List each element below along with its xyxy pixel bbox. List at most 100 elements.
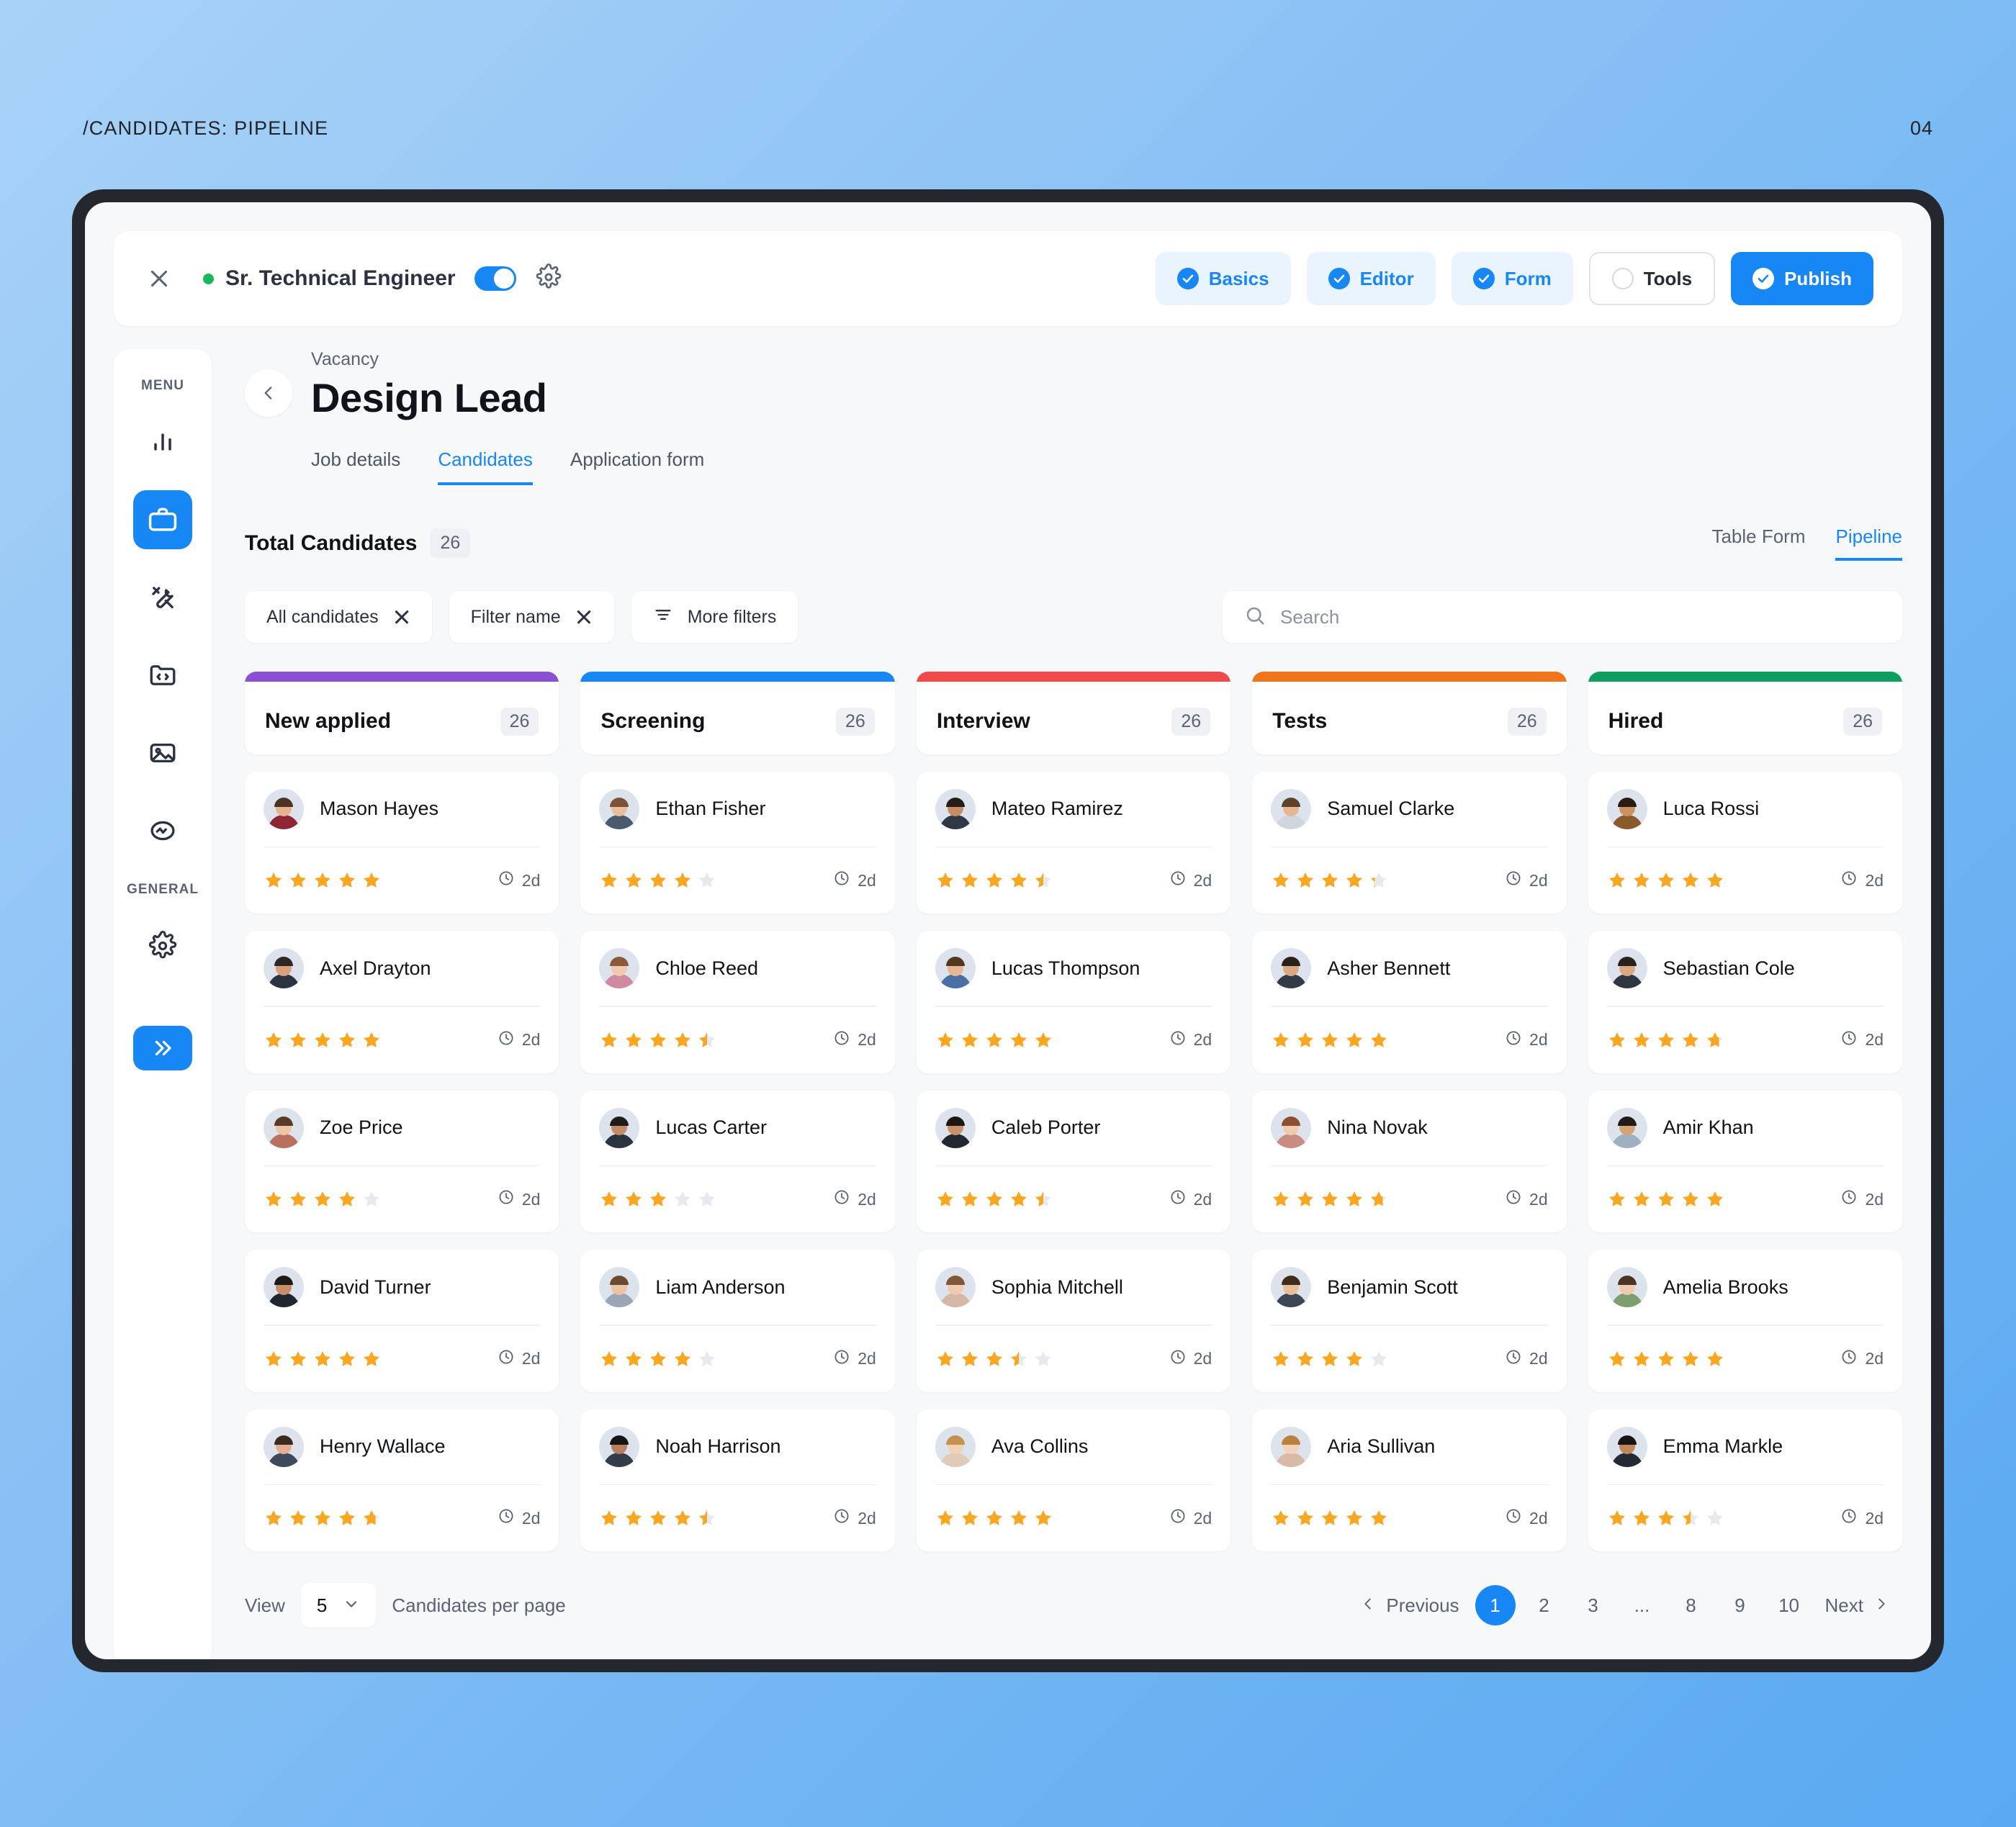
rating-stars[interactable]: [935, 1030, 1053, 1050]
step-basics-button[interactable]: Basics: [1155, 252, 1291, 305]
candidate-card[interactable]: Lucas Thompson 2d: [916, 931, 1231, 1073]
pagination-page-2[interactable]: 2: [1524, 1585, 1565, 1625]
candidate-card[interactable]: Asher Bennett 2d: [1252, 931, 1567, 1073]
pagination-page-10[interactable]: 10: [1769, 1585, 1809, 1625]
candidate-card[interactable]: Emma Markle 2d: [1588, 1409, 1903, 1551]
rating-stars[interactable]: [1607, 1189, 1725, 1209]
check-icon: [1328, 268, 1350, 289]
rating-stars[interactable]: [1271, 1508, 1389, 1528]
candidate-card[interactable]: Samuel Clarke 2d: [1252, 771, 1567, 914]
search-box[interactable]: [1223, 591, 1902, 643]
publish-toggle[interactable]: [474, 266, 516, 291]
rating-stars[interactable]: [264, 1508, 382, 1528]
pagination-page-9[interactable]: 9: [1720, 1585, 1760, 1625]
rating-stars[interactable]: [599, 1189, 717, 1209]
rating-stars[interactable]: [264, 1189, 382, 1209]
close-icon[interactable]: [393, 608, 410, 626]
more-filters-button[interactable]: More filters: [631, 591, 798, 643]
filter-chip-filter-name[interactable]: Filter name: [449, 591, 614, 643]
candidate-card[interactable]: Lucas Carter 2d: [580, 1090, 895, 1232]
candidate-card[interactable]: Zoe Price 2d: [245, 1090, 559, 1232]
rating-stars[interactable]: [935, 1189, 1053, 1209]
rating-stars[interactable]: [599, 1030, 717, 1050]
time-in-stage: 2d: [1840, 870, 1884, 891]
candidate-card[interactable]: David Turner 2d: [245, 1250, 559, 1392]
rating-stars[interactable]: [1271, 870, 1389, 890]
tab-application-form[interactable]: Application form: [570, 448, 704, 485]
candidate-card[interactable]: Benjamin Scott 2d: [1252, 1250, 1567, 1392]
candidate-card[interactable]: Chloe Reed 2d: [580, 931, 895, 1073]
clock-icon: [1840, 1029, 1858, 1051]
rating-stars[interactable]: [599, 870, 717, 890]
rating-stars[interactable]: [599, 1508, 717, 1528]
rating-stars[interactable]: [1271, 1030, 1389, 1050]
time-in-stage: 2d: [498, 1348, 540, 1370]
sidebar-item-jobs[interactable]: [133, 490, 192, 549]
candidate-card[interactable]: Amelia Brooks 2d: [1588, 1250, 1903, 1392]
candidate-card[interactable]: Ethan Fisher 2d: [580, 771, 895, 914]
close-icon[interactable]: [145, 265, 173, 292]
rating-stars[interactable]: [1607, 870, 1725, 890]
sidebar-item-analytics[interactable]: [133, 412, 192, 472]
candidate-card[interactable]: Mateo Ramirez 2d: [916, 771, 1231, 914]
rating-stars[interactable]: [935, 1349, 1053, 1369]
pagination-page-1[interactable]: 1: [1475, 1585, 1516, 1625]
step-editor-button[interactable]: Editor: [1306, 252, 1436, 305]
candidate-card[interactable]: Axel Drayton 2d: [245, 931, 559, 1073]
clock-icon: [498, 1029, 515, 1051]
candidate-card-footer: 2d: [599, 847, 876, 914]
previous-page-button[interactable]: Previous: [1347, 1585, 1472, 1625]
time-in-stage: 2d: [833, 1348, 876, 1370]
rating-stars[interactable]: [264, 870, 382, 890]
rating-stars[interactable]: [1271, 1189, 1389, 1209]
candidate-card[interactable]: Mason Hayes 2d: [245, 771, 559, 914]
candidate-card[interactable]: Ava Collins 2d: [916, 1409, 1231, 1551]
tab-candidates[interactable]: Candidates: [438, 448, 533, 485]
gear-icon[interactable]: [535, 263, 562, 294]
rating-stars[interactable]: [1607, 1030, 1725, 1050]
rating-stars[interactable]: [264, 1030, 382, 1050]
filter-chip-all-candidates[interactable]: All candidates: [245, 591, 432, 643]
sidebar-expand-button[interactable]: [133, 1026, 192, 1070]
rating-stars[interactable]: [935, 1508, 1053, 1528]
next-page-button[interactable]: Next: [1812, 1585, 1902, 1625]
candidate-card[interactable]: Sophia Mitchell 2d: [916, 1250, 1231, 1392]
per-page-select[interactable]: 5: [300, 1583, 377, 1628]
back-button[interactable]: [245, 369, 292, 417]
candidate-card[interactable]: Luca Rossi 2d: [1588, 771, 1903, 914]
column-count-badge: 26: [1507, 707, 1547, 736]
rating-stars[interactable]: [1607, 1349, 1725, 1369]
step-tools-button[interactable]: Tools: [1588, 252, 1716, 305]
candidate-card[interactable]: Sebastian Cole 2d: [1588, 931, 1903, 1073]
pagination-page-8[interactable]: 8: [1671, 1585, 1711, 1625]
sidebar-item-activity[interactable]: [133, 801, 192, 860]
step-basics-label: Basics: [1208, 267, 1269, 289]
rating-stars[interactable]: [264, 1349, 382, 1369]
sidebar-menu-label: MENU: [141, 378, 184, 393]
sidebar-item-tools[interactable]: [133, 568, 192, 627]
candidate-card[interactable]: Caleb Porter 2d: [916, 1090, 1231, 1232]
candidate-card[interactable]: Nina Novak 2d: [1252, 1090, 1567, 1232]
close-icon[interactable]: [575, 608, 593, 626]
candidate-card[interactable]: Henry Wallace 2d: [245, 1409, 559, 1551]
rating-stars[interactable]: [1607, 1508, 1725, 1528]
view-mode-table-form[interactable]: Table Form: [1711, 525, 1805, 561]
candidate-card[interactable]: Aria Sullivan 2d: [1252, 1409, 1567, 1551]
publish-button[interactable]: Publish: [1731, 252, 1873, 305]
sidebar-item-code-folder[interactable]: [133, 646, 192, 705]
rating-stars[interactable]: [1271, 1349, 1389, 1369]
rating-stars[interactable]: [935, 870, 1053, 890]
search-input[interactable]: [1280, 605, 1881, 628]
candidate-card[interactable]: Liam Anderson 2d: [580, 1250, 895, 1392]
sidebar-item-media[interactable]: [133, 723, 192, 782]
view-mode-pipeline[interactable]: Pipeline: [1835, 525, 1902, 561]
rating-stars[interactable]: [599, 1349, 717, 1369]
filter-icon: [653, 605, 673, 630]
candidate-card[interactable]: Amir Khan 2d: [1588, 1090, 1903, 1232]
avatar: [1271, 1107, 1312, 1148]
tab-job-details[interactable]: Job details: [311, 448, 400, 485]
step-form-button[interactable]: Form: [1451, 252, 1573, 305]
sidebar-item-settings[interactable]: [133, 916, 192, 975]
pagination-page-3[interactable]: 3: [1573, 1585, 1614, 1625]
candidate-card[interactable]: Noah Harrison 2d: [580, 1409, 895, 1551]
